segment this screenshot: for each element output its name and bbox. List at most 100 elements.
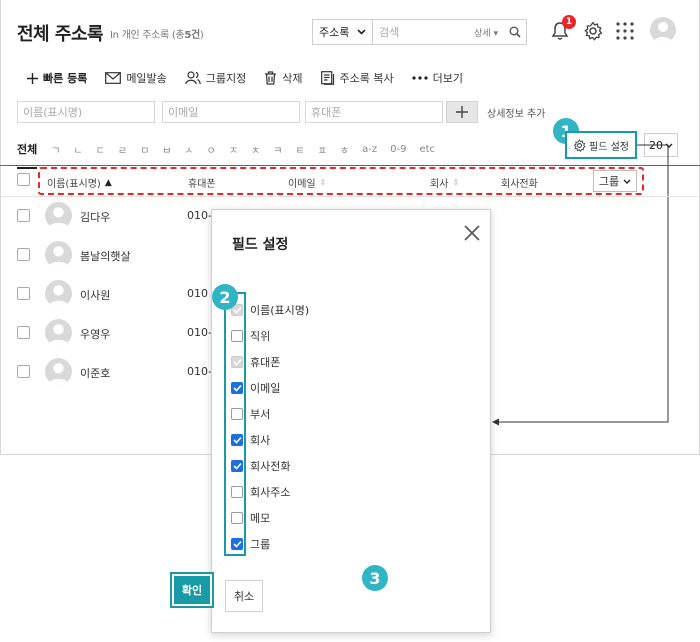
gear-icon[interactable] <box>580 18 606 44</box>
index-tab[interactable]: ㅈ <box>229 142 238 157</box>
row-checkbox[interactable] <box>17 248 30 261</box>
send-mail-button[interactable]: 메일발송 <box>105 70 167 86</box>
more-dots-icon <box>412 76 428 80</box>
contact-name[interactable]: 김다우 <box>80 209 110 225</box>
field-option[interactable]: 부서 <box>231 406 270 422</box>
group-icon <box>185 71 201 85</box>
contact-phone: 010 <box>187 287 208 300</box>
row-checkbox[interactable] <box>17 209 30 222</box>
add-detail-link[interactable]: 상세정보 추가 <box>487 105 545 120</box>
field-option[interactable]: 이메일 <box>231 380 280 396</box>
column-company[interactable]: 회사 ⇕ <box>430 175 459 190</box>
index-tab[interactable]: ㅌ <box>295 142 304 157</box>
notification-bell-icon[interactable]: 1 <box>547 15 576 44</box>
field-option-label: 메모 <box>250 512 271 525</box>
field-option-checkbox[interactable] <box>231 408 243 420</box>
close-icon[interactable] <box>461 222 483 244</box>
field-option[interactable]: 메모 <box>231 510 270 526</box>
search-detail-toggle[interactable]: 상세 ▾ <box>474 26 498 39</box>
field-option-checkbox[interactable] <box>231 538 243 550</box>
index-filter-bar: 전체 ㄱㄴㄷㄹㅁㅂㅅㅇㅈㅊㅋㅌㅍㅎ a-z 0-9 etc <box>17 141 448 169</box>
chevron-down-icon <box>357 29 366 35</box>
search-input[interactable]: 검색 <box>373 24 474 40</box>
field-option[interactable]: 직위 <box>231 328 270 344</box>
step-badge-2: 2 <box>212 284 238 310</box>
field-option-label: 이메일 <box>250 382 281 395</box>
plus-icon <box>456 106 468 118</box>
confirm-button[interactable]: 확인 <box>170 572 214 608</box>
field-option-checkbox[interactable] <box>231 460 243 472</box>
contact-phone: 010- <box>187 209 212 222</box>
row-checkbox[interactable] <box>17 287 30 300</box>
index-tab[interactable]: ㄴ <box>73 142 82 157</box>
index-tab[interactable]: ㄷ <box>96 142 105 157</box>
field-option-checkbox[interactable] <box>231 330 243 342</box>
contact-name[interactable]: 이준호 <box>80 365 110 381</box>
mail-icon <box>105 72 122 84</box>
assign-group-button[interactable]: 그룹지정 <box>185 70 246 86</box>
index-tab[interactable]: ㄹ <box>118 142 127 157</box>
field-option-checkbox[interactable] <box>231 486 243 498</box>
index-tab[interactable]: ㅁ <box>140 142 149 157</box>
field-option[interactable]: 그룹 <box>231 536 270 552</box>
field-option-label: 회사전화 <box>250 460 291 473</box>
page-title: 전체 주소록 <box>17 24 104 45</box>
header-highlight-outline <box>38 167 644 195</box>
trash-icon <box>265 71 277 85</box>
table-top-border <box>0 165 700 166</box>
field-option-label: 이름(표시명) <box>250 304 310 317</box>
field-option-label: 부서 <box>250 408 271 421</box>
app-grid-icon[interactable] <box>612 18 638 44</box>
row-checkbox[interactable] <box>17 365 30 378</box>
field-option-checkbox[interactable] <box>231 512 243 524</box>
user-avatar[interactable] <box>650 17 676 43</box>
index-tab[interactable]: ㅊ <box>251 142 260 157</box>
select-all-checkbox[interactable] <box>17 173 30 186</box>
index-tab[interactable]: ㅂ <box>162 142 171 157</box>
index-tab[interactable]: ㅅ <box>184 142 193 157</box>
copy-addressbook-button[interactable]: 주소록 복사 <box>320 70 394 86</box>
search-scope-select[interactable]: 주소록 <box>313 20 373 44</box>
field-option[interactable]: 회사주소 <box>231 484 290 500</box>
index-tab[interactable]: ㅎ <box>340 142 349 157</box>
index-tab[interactable]: ㅋ <box>273 142 282 157</box>
index-tab[interactable]: ㄱ <box>51 142 60 157</box>
contact-phone: 010- <box>187 326 212 339</box>
filter-email-input[interactable]: 이메일 <box>162 101 300 123</box>
search-box: 주소록 검색 상세 ▾ <box>312 19 527 45</box>
index-tab[interactable]: ㅍ <box>318 142 327 157</box>
index-tab[interactable]: etc <box>419 144 435 155</box>
contact-avatar <box>45 319 72 346</box>
more-button[interactable]: 더보기 <box>412 70 463 86</box>
contact-name[interactable]: 이사원 <box>80 287 110 303</box>
filter-phone-input[interactable]: 휴대폰 <box>305 101 443 123</box>
column-email[interactable]: 이메일 ⇕ <box>288 175 326 190</box>
field-option[interactable]: 회사전화 <box>231 458 290 474</box>
cancel-button[interactable]: 취소 <box>225 580 263 612</box>
index-tab[interactable]: ㅇ <box>207 142 216 157</box>
step-badge-3: 3 <box>362 565 388 591</box>
column-company-phone[interactable]: 회사전화 <box>501 175 538 190</box>
field-option[interactable]: 회사 <box>231 432 270 448</box>
group-filter-button[interactable]: 그룹 <box>593 170 637 192</box>
search-icon[interactable] <box>504 21 526 43</box>
contact-avatar <box>45 358 72 385</box>
contact-name[interactable]: 봄날의햇살 <box>80 248 131 264</box>
toolbar: 빠른 등록 메일발송 그룹지정 삭제 주소록 복사 더보기 <box>27 70 481 86</box>
field-option-checkbox[interactable] <box>231 382 243 394</box>
column-name[interactable]: 이름(표시명) ▲ <box>47 175 112 191</box>
contact-name[interactable]: 우영우 <box>80 326 110 342</box>
contact-avatar <box>45 202 72 229</box>
column-phone[interactable]: 휴대폰 <box>188 175 216 190</box>
field-option-label: 휴대폰 <box>250 356 281 369</box>
index-tab[interactable]: a-z <box>362 144 377 155</box>
filter-name-input[interactable]: 이름(표시명) <box>17 101 155 123</box>
field-option-checkbox[interactable] <box>231 434 243 446</box>
delete-button[interactable]: 삭제 <box>264 70 303 86</box>
quick-add-button[interactable]: 빠른 등록 <box>27 70 87 86</box>
copy-document-icon <box>320 71 334 85</box>
add-filter-button[interactable] <box>446 101 478 123</box>
index-tab[interactable]: 0-9 <box>390 144 406 155</box>
field-option-label: 회사 <box>250 434 271 447</box>
row-checkbox[interactable] <box>17 326 30 339</box>
